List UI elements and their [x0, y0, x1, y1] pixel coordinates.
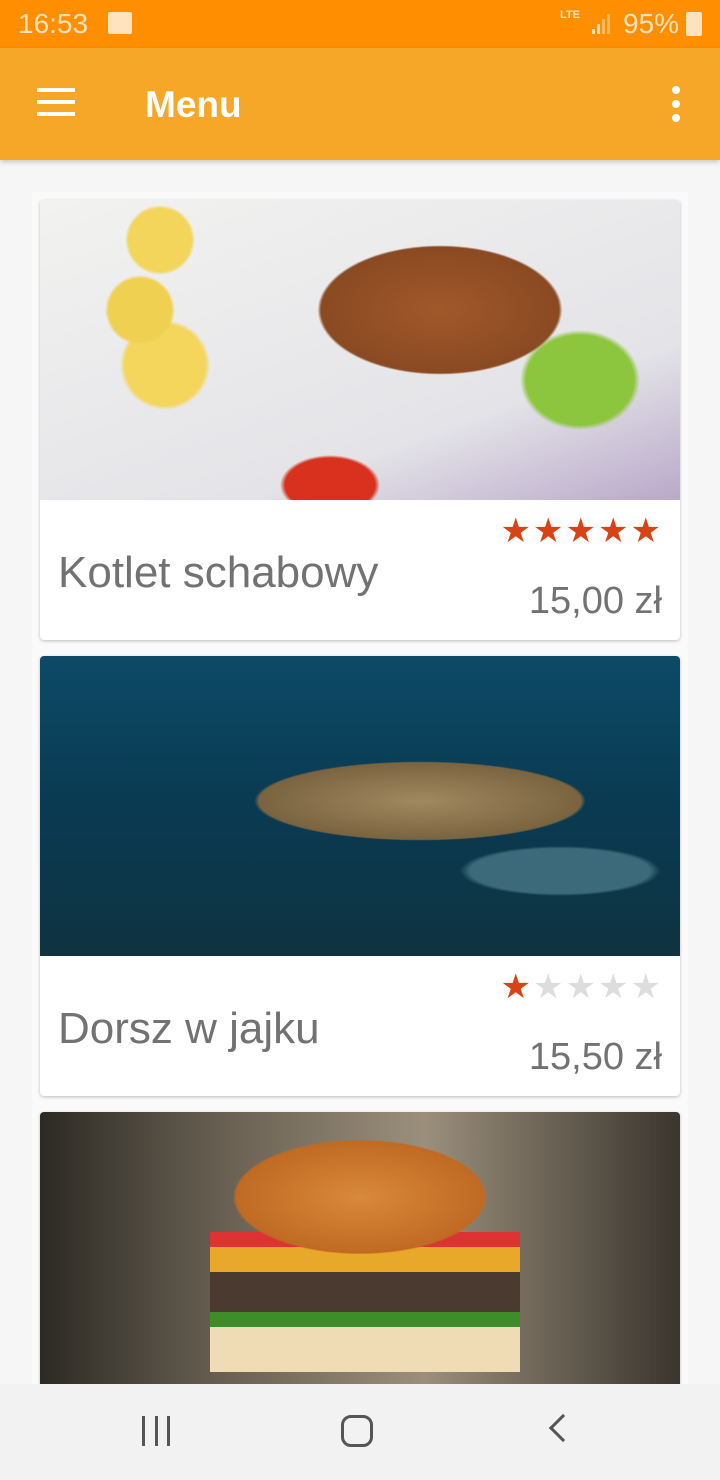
- rating-stars: ★ ★ ★ ★ ★: [500, 970, 663, 1004]
- more-options-icon[interactable]: [668, 86, 684, 122]
- star-empty-icon: ★: [630, 968, 661, 1006]
- network-type: LTE: [560, 9, 580, 21]
- menu-item-card[interactable]: [40, 1112, 680, 1384]
- signal-icon: [592, 14, 614, 34]
- menu-item-card[interactable]: ★ ★ ★ ★ ★ Dorsz w jajku 15,50 zł: [40, 656, 680, 1096]
- item-price: 15,50 zł: [528, 1036, 662, 1078]
- image-notification-icon: [108, 12, 132, 34]
- food-image: [40, 200, 680, 500]
- battery-percent: 95%: [623, 8, 680, 39]
- star-filled-icon: ★: [565, 512, 596, 550]
- star-filled-icon: ★: [598, 512, 629, 550]
- star-filled-icon: ★: [500, 512, 531, 550]
- item-name: Kotlet schabowy: [58, 548, 379, 597]
- star-empty-icon: ★: [565, 968, 596, 1006]
- item-name: Dorsz w jajku: [58, 1004, 320, 1053]
- star-filled-icon: ★: [533, 512, 564, 550]
- back-button[interactable]: [548, 1413, 578, 1443]
- home-button[interactable]: [341, 1415, 373, 1447]
- recent-apps-button[interactable]: [142, 1416, 170, 1446]
- food-image: [40, 1112, 680, 1384]
- menu-icon[interactable]: [37, 88, 75, 116]
- star-filled-icon: ★: [500, 968, 531, 1006]
- menu-item-card[interactable]: ★ ★ ★ ★ ★ Kotlet schabowy 15,00 zł: [40, 200, 680, 640]
- rating-stars: ★ ★ ★ ★ ★: [500, 514, 663, 548]
- battery-icon: [686, 12, 702, 36]
- star-empty-icon: ★: [533, 968, 564, 1006]
- star-empty-icon: ★: [598, 968, 629, 1006]
- app-bar: Menu: [0, 48, 720, 160]
- status-time: 16:53: [18, 8, 89, 39]
- star-filled-icon: ★: [630, 512, 661, 550]
- menu-list[interactable]: ★ ★ ★ ★ ★ Kotlet schabowy 15,00 zł ★ ★ ★ ★ ★ Dor…: [32, 192, 688, 1384]
- navigation-bar: [0, 1384, 720, 1480]
- food-image: [40, 656, 680, 956]
- status-bar: 16:53 LTE 95%: [0, 0, 720, 48]
- page-title: Menu: [145, 84, 242, 125]
- item-price: 15,00 zł: [528, 580, 662, 622]
